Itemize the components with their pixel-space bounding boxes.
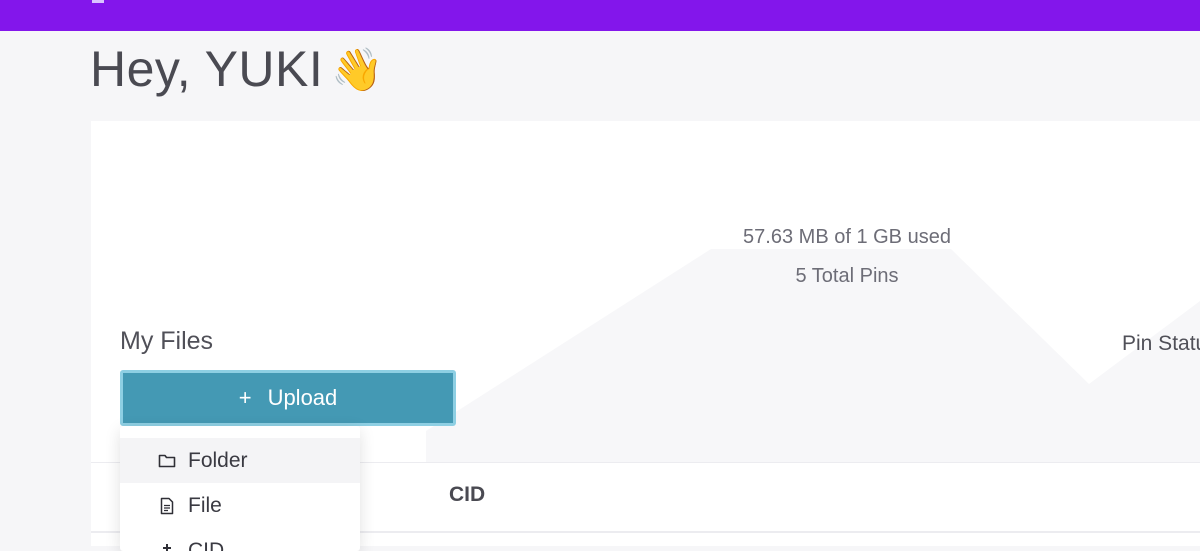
upload-button[interactable]: + Upload	[120, 370, 456, 426]
plus-icon: +	[239, 385, 252, 411]
menu-item-cid[interactable]: CID	[120, 528, 360, 551]
nav-logo-fragment	[92, 0, 104, 3]
pin-status-filter-label[interactable]: Pin Status	[1122, 332, 1200, 356]
greeting-heading: Hey, YUKI👋	[90, 38, 384, 100]
waving-hand-icon: 👋	[331, 46, 384, 93]
menu-item-file[interactable]: File	[120, 483, 360, 528]
menu-item-label: Folder	[188, 449, 248, 473]
my-files-title: My Files	[120, 327, 213, 356]
total-pins-text: 5 Total Pins	[691, 265, 1003, 288]
menu-item-label: File	[188, 494, 222, 518]
file-icon	[158, 497, 176, 515]
menu-item-folder[interactable]: Folder	[120, 438, 360, 483]
column-header-cid[interactable]: CID	[449, 483, 485, 507]
menu-item-label: CID	[188, 539, 224, 551]
top-navigation-bar	[0, 0, 1200, 31]
pin-icon	[158, 542, 176, 551]
folder-icon	[158, 452, 176, 470]
upload-dropdown-menu: Folder File CID	[120, 426, 360, 551]
storage-usage-text: 57.63 MB of 1 GB used	[691, 226, 1003, 249]
upload-button-label: Upload	[268, 385, 338, 411]
greeting-text: Hey, YUKI	[90, 41, 323, 97]
